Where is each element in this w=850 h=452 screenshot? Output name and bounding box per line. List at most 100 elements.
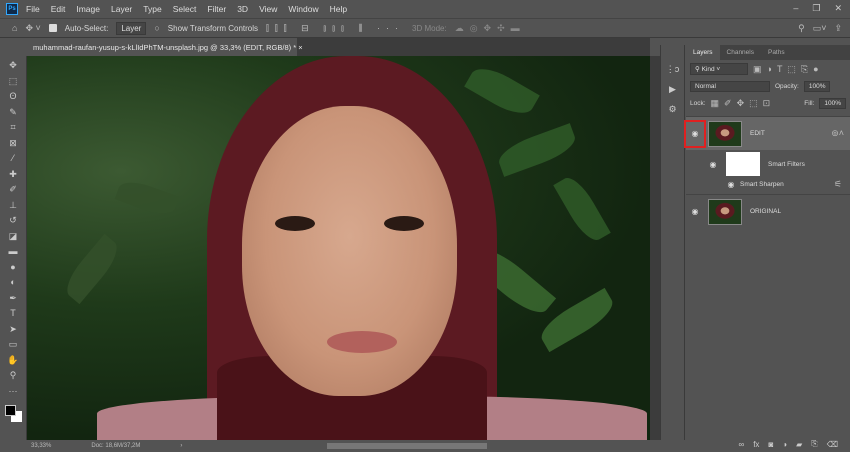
actions-play-icon[interactable]: ▶ (661, 79, 684, 99)
photoshop-logo: Ps (6, 3, 18, 15)
more-tools-icon[interactable]: ··· (9, 384, 18, 400)
move-tool-icon[interactable]: ✥ ˅ (25, 23, 40, 34)
menu-type[interactable]: Type (143, 4, 161, 14)
stamp-tool-icon[interactable]: ⊥ (9, 198, 17, 214)
frame-tool-icon[interactable]: ⊠ (9, 136, 17, 152)
tab-channels[interactable]: Channels (720, 45, 761, 60)
layer-select[interactable]: Layer (116, 21, 147, 35)
menu-filter[interactable]: Filter (207, 4, 226, 14)
layer-edit[interactable]: ◉ EDIT ⊚˄ (684, 116, 850, 150)
layer-filter-icons[interactable]: ▣◑T⬚⎘● (753, 64, 824, 75)
move-tool-icon[interactable]: ✥ (9, 58, 17, 74)
zoom-tool-icon[interactable]: ⚲ (10, 368, 17, 384)
lock-icons[interactable]: ▦✐✥⬚⊡ (711, 98, 776, 109)
type-tool-icon[interactable]: T (10, 306, 16, 322)
menu-file[interactable]: File (26, 4, 40, 14)
menu-image[interactable]: Image (76, 4, 100, 14)
brush-tool-icon[interactable]: ✐ (9, 182, 17, 198)
layers-panel: Layers Channels Paths ⚲ Kind ˅ ▣◑T⬚⎘● No… (684, 45, 850, 436)
smart-sharpen-label: Smart Sharpen (740, 180, 784, 188)
marquee-tool-icon[interactable]: ⬚ (9, 74, 18, 90)
doc-size: Doc: 18,6M/37,2M (91, 443, 141, 449)
options-bar: ⌂ ✥ ˅ Auto-Select: Layer ○ Show Transfor… (0, 18, 850, 38)
home-icon[interactable]: ⌂ (12, 23, 17, 33)
path-select-icon[interactable]: ➤ (9, 322, 17, 338)
tab-paths[interactable]: Paths (761, 45, 792, 60)
restore-icon[interactable]: ❐ (812, 3, 820, 14)
menu-window[interactable]: Window (288, 4, 318, 14)
smart-object-icon: ⊚˄ (831, 128, 844, 138)
history-brush-icon[interactable]: ↺ (9, 213, 17, 229)
smart-sharpen-row[interactable]: ◉ Smart Sharpen ⚟ (686, 178, 850, 190)
link-layers-icon[interactable]: ∞ (739, 440, 745, 449)
lasso-tool-icon[interactable]: ʘ (9, 89, 16, 105)
new-group-icon[interactable]: ▰ (796, 440, 802, 449)
dodge-tool-icon[interactable]: ◐ (10, 275, 15, 291)
search-icon[interactable]: ⚲ (798, 23, 805, 34)
visibility-eye-icon[interactable]: ◉ (686, 207, 704, 216)
layer-thumbnail (708, 120, 742, 147)
menu-bar: Ps File Edit Image Layer Type Select Fil… (0, 0, 850, 18)
smart-filters-label: Smart Filters (768, 160, 805, 168)
quick-select-tool-icon[interactable]: ✎ (9, 105, 17, 121)
properties-icon[interactable]: ⚙ (661, 99, 684, 119)
vertical-scrollbar[interactable] (650, 56, 660, 440)
blur-tool-icon[interactable]: ● (10, 260, 15, 276)
filter-kind-label: Kind (701, 66, 715, 73)
pen-tool-icon[interactable]: ✒ (9, 291, 17, 307)
new-layer-icon[interactable]: ⎘ (811, 439, 817, 449)
status-arrow-icon[interactable]: › (180, 443, 182, 449)
smart-filters-row[interactable]: ◉ Smart Filters (686, 150, 850, 178)
visibility-eye-icon[interactable]: ◉ (684, 119, 706, 148)
filter-options-icon[interactable]: ⚟ (834, 179, 842, 190)
workspace-icon[interactable]: ▭˅ (813, 23, 827, 34)
horizontal-scrollbar[interactable] (327, 443, 487, 449)
layer-thumbnail (708, 198, 742, 225)
menu-3d[interactable]: 3D (237, 4, 248, 14)
filter-mask-thumbnail (726, 152, 760, 176)
auto-select-label: Auto-Select: (64, 23, 109, 33)
shape-tool-icon[interactable]: ▭ (9, 337, 18, 353)
layer-original[interactable]: ◉ ORIGINAL (686, 194, 850, 228)
blend-mode-select[interactable]: Normal (690, 81, 770, 92)
fill-input[interactable]: 100% (819, 98, 846, 109)
fx-icon[interactable]: fx (753, 440, 759, 449)
layer-name: EDIT (750, 130, 765, 137)
opacity-input[interactable]: 100% (803, 81, 831, 92)
minimize-icon[interactable]: – (793, 3, 798, 14)
close-tab-icon[interactable]: × (298, 43, 302, 52)
status-bar: 33,33% Doc: 18,6M/37,2M › (27, 440, 650, 452)
eraser-tool-icon[interactable]: ◪ (9, 229, 18, 245)
crop-tool-icon[interactable]: ⌗ (10, 120, 15, 136)
tab-layers[interactable]: Layers (686, 45, 720, 60)
lock-label: Lock: (690, 100, 706, 107)
menu-help[interactable]: Help (330, 4, 347, 14)
healing-tool-icon[interactable]: ✚ (9, 167, 17, 183)
show-transform-checkbox[interactable]: ○ (154, 23, 159, 33)
menu-edit[interactable]: Edit (51, 4, 66, 14)
close-window-icon[interactable]: ✕ (834, 3, 842, 14)
document-tab[interactable]: muhammad-raufan-yusup-s-kLlIdPhTM-unspla… (27, 38, 303, 56)
menu-layer[interactable]: Layer (111, 4, 132, 14)
add-mask-icon[interactable]: ◙ (768, 440, 773, 449)
visibility-eye-icon[interactable]: ◉ (722, 180, 740, 189)
menu-view[interactable]: View (259, 4, 277, 14)
hand-tool-icon[interactable]: ✋ (7, 353, 18, 369)
color-swatches[interactable] (3, 403, 23, 423)
history-icon[interactable]: ⋮ↄ (661, 59, 684, 79)
menu-select[interactable]: Select (173, 4, 197, 14)
adjustment-layer-icon[interactable]: ◑ (782, 440, 787, 449)
eyedropper-tool-icon[interactable]: ⁄ (12, 151, 14, 167)
align-icons[interactable]: ⫿⫿⫿ ⊟ ⫾⫾⫾ ⫼ ··· (266, 23, 404, 34)
show-transform-label: Show Transform Controls (167, 23, 259, 33)
filter-kind-select[interactable]: ⚲ Kind ˅ (690, 63, 748, 75)
image-canvas[interactable] (27, 56, 650, 440)
fill-label: Fill: (804, 100, 815, 107)
visibility-eye-icon[interactable]: ◉ (704, 160, 722, 169)
gradient-tool-icon[interactable]: ▬ (9, 244, 18, 260)
tools-panel: ✥ ⬚ ʘ ✎ ⌗ ⊠ ⁄ ✚ ✐ ⊥ ↺ ◪ ▬ ● ◐ ✒ T ➤ ▭ ✋ … (0, 56, 27, 440)
share-icon[interactable]: ⇪ (834, 23, 842, 34)
delete-layer-icon[interactable]: ⌫ (827, 440, 838, 449)
auto-select-checkbox[interactable] (48, 24, 57, 32)
zoom-level[interactable]: 33,33% (31, 443, 51, 449)
